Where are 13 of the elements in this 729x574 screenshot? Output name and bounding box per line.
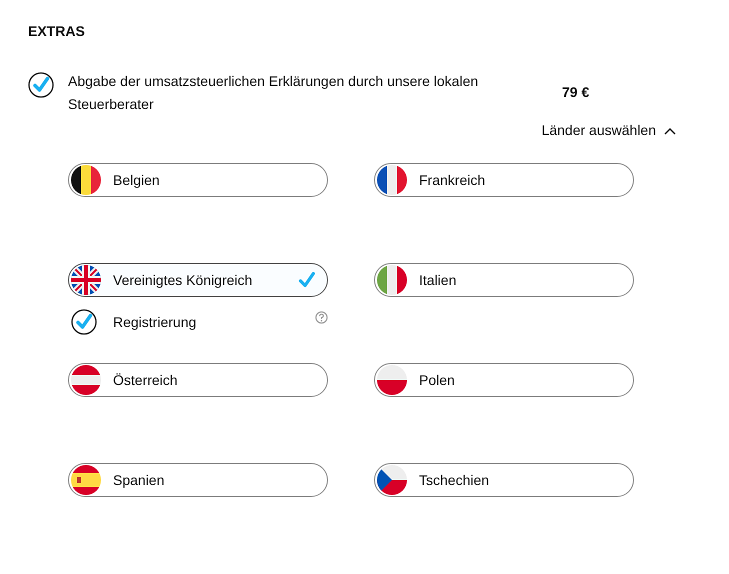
price: 79 € bbox=[562, 83, 590, 102]
country-option[interactable]: Vereinigtes Königreich bbox=[68, 263, 328, 297]
select-countries-toggle[interactable]: Länder auswählen bbox=[542, 120, 676, 141]
country-option[interactable]: Italien bbox=[374, 263, 634, 297]
section-title: EXTRAS bbox=[28, 22, 86, 41]
country-option[interactable]: Belgien bbox=[68, 163, 328, 197]
country-option[interactable]: Österreich bbox=[68, 363, 328, 397]
country-option[interactable]: Tschechien bbox=[374, 463, 634, 497]
country-option[interactable]: Frankreich bbox=[374, 163, 634, 197]
extra-label: Abgabe der umsatzsteuerlichen Erklärungen durch unsere lokalen Steuerberater bbox=[68, 72, 480, 114]
country-option[interactable]: Spanien bbox=[68, 463, 328, 497]
option-label: Registrierung bbox=[113, 312, 198, 332]
country-option[interactable]: Polen bbox=[374, 363, 634, 397]
